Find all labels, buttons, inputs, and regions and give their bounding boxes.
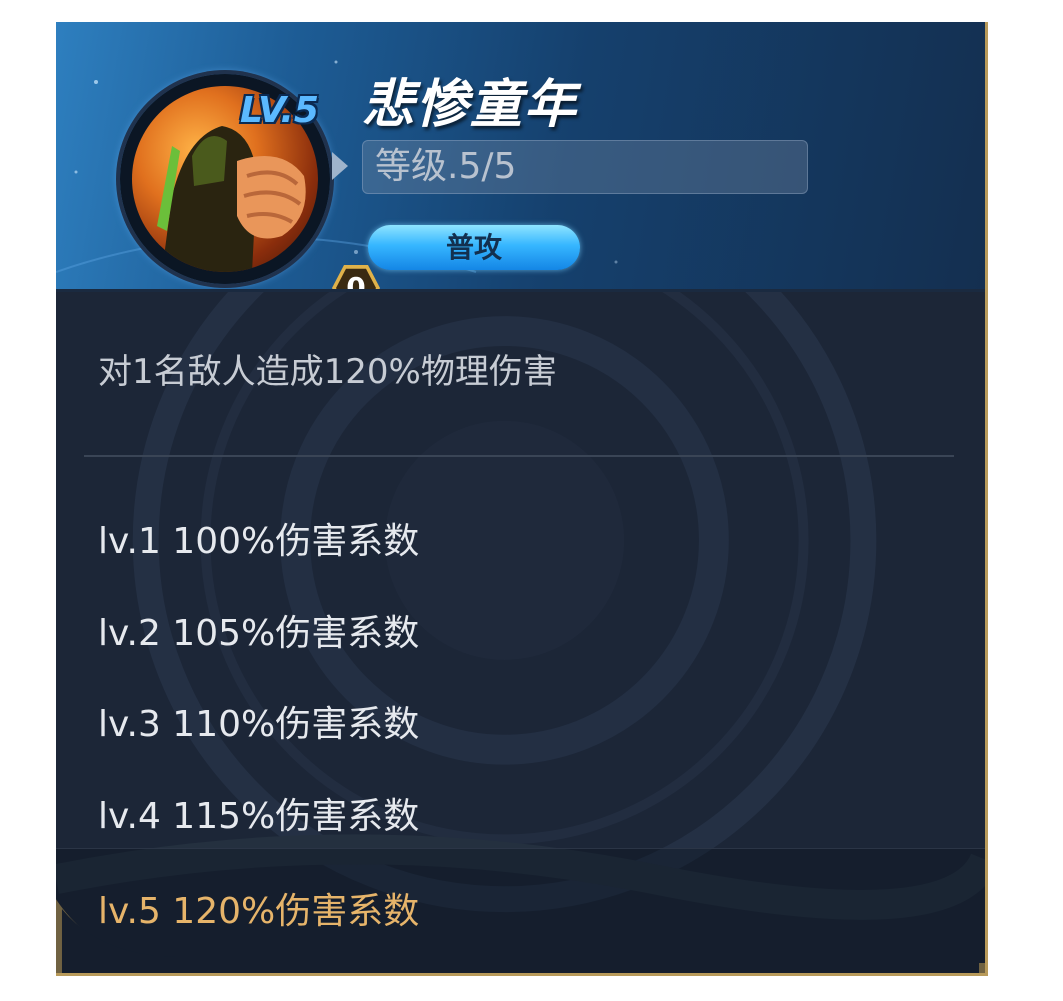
skill-level-field: 等级.5/5: [362, 140, 808, 194]
skill-header: LV.5 0 悲惨童年 等级.5/5 普攻: [56, 22, 985, 292]
section-divider: [84, 455, 954, 457]
level-row-5-current: lv.5 120%伤害系数: [98, 891, 420, 932]
rune-count-value: 0: [336, 268, 376, 292]
level-row-4: lv.4 115%伤害系数: [98, 796, 420, 837]
skill-tooltip-panel: LV.5 0 悲惨童年 等级.5/5 普攻 对1名敌人造成120%物理伤害 lv…: [56, 22, 988, 976]
level-row-2: lv.2 105%伤害系数: [98, 613, 420, 654]
level-row-3: lv.3 110%伤害系数: [98, 704, 420, 745]
level-row-1: lv.1 100%伤害系数: [98, 521, 420, 562]
skill-type-tag: 普攻: [368, 225, 580, 270]
arrow-right-icon: [332, 152, 348, 180]
skill-name: 悲惨童年: [362, 75, 579, 135]
skill-icon[interactable]: LV.5 0: [120, 74, 380, 292]
skill-description: 对1名敌人造成120%物理伤害: [98, 352, 557, 392]
skill-level-badge: LV.5: [240, 90, 319, 131]
